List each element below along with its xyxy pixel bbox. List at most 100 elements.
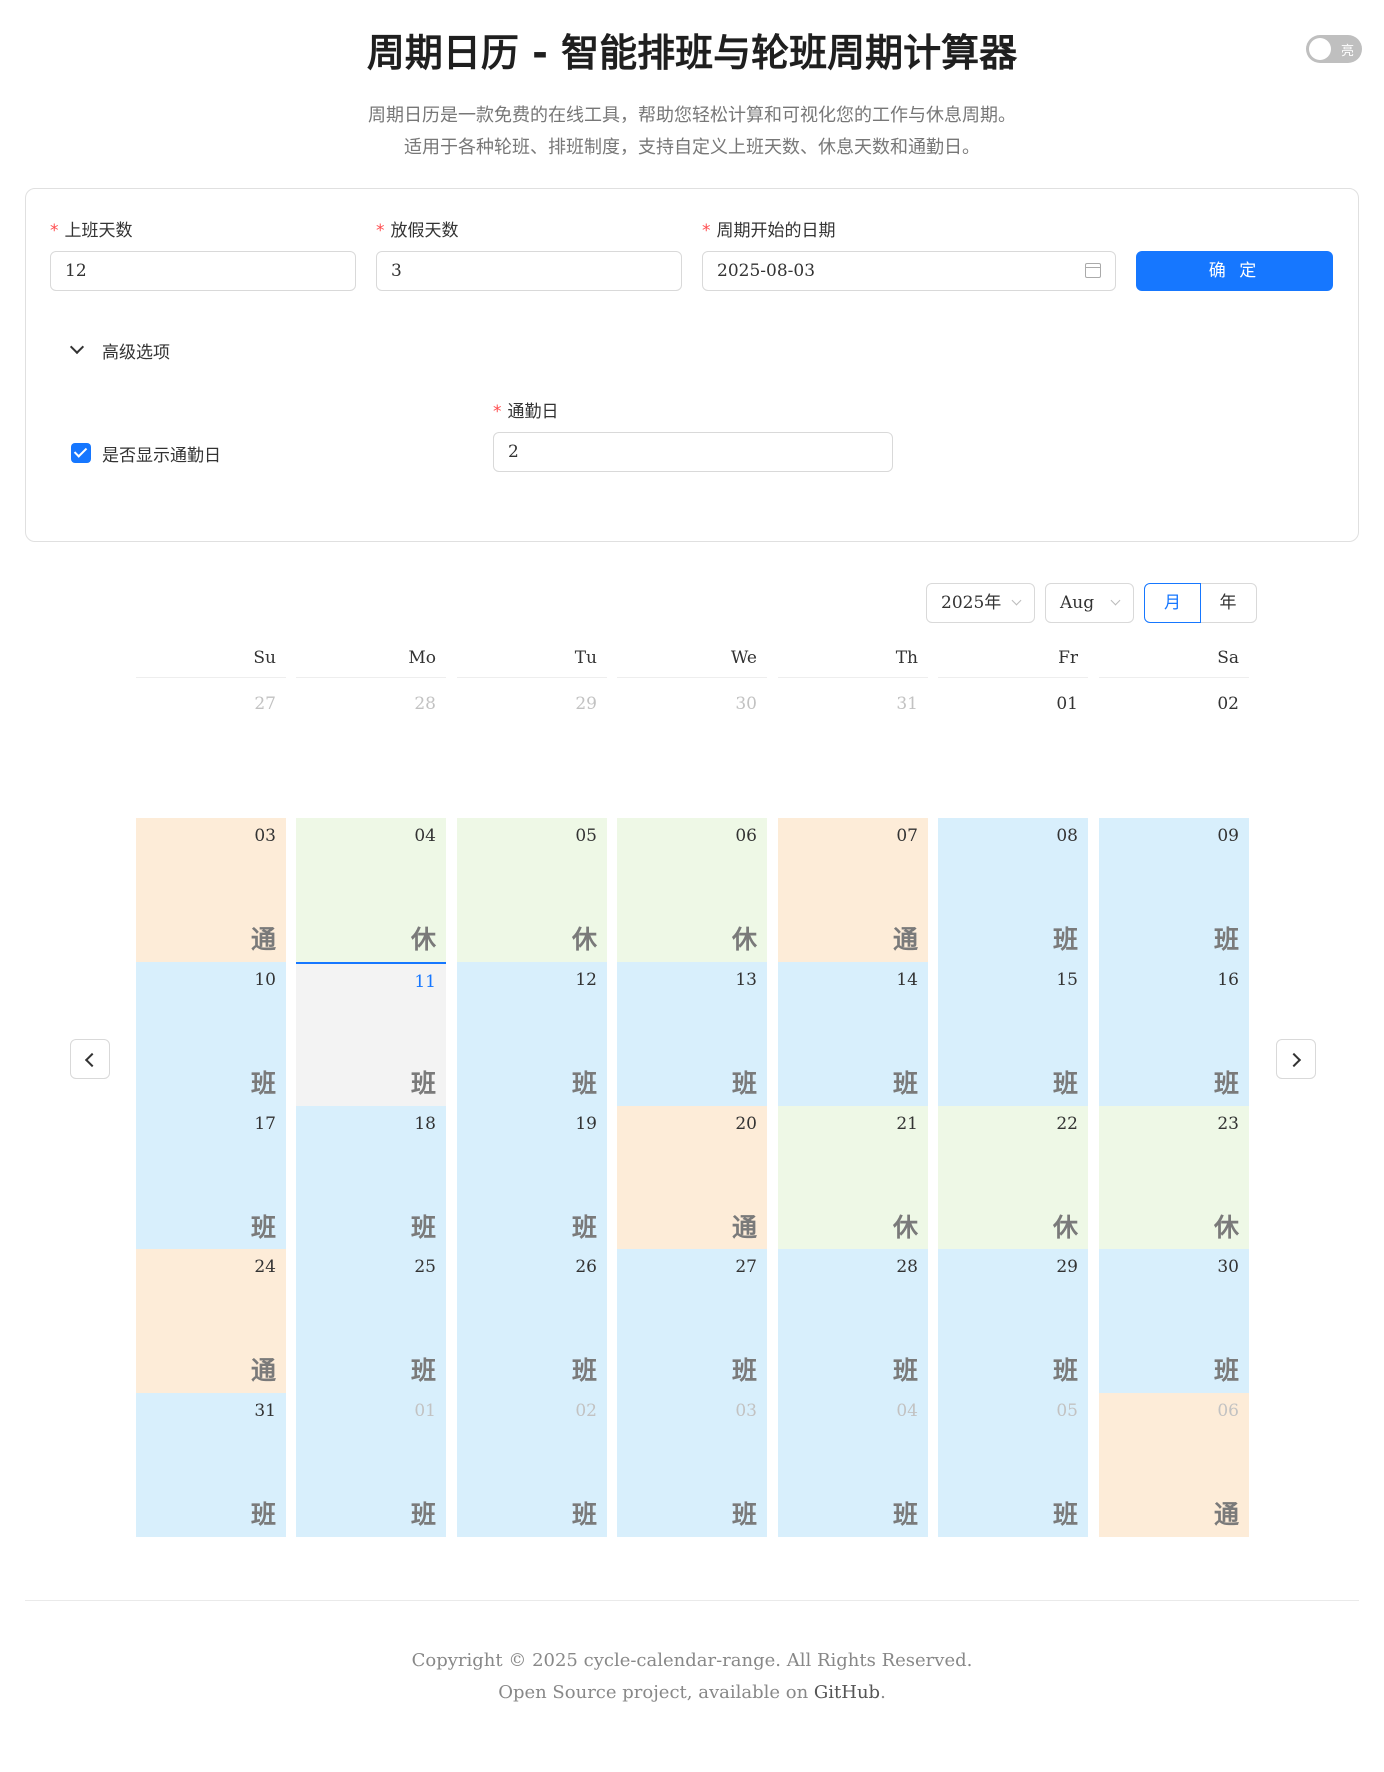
- start-date-label-text: 周期开始的日期: [716, 221, 836, 241]
- rest-days-label: * 放假天数: [376, 216, 459, 241]
- calendar-day-cell[interactable]: 23 休: [1099, 1106, 1249, 1250]
- shift-status-label: 班: [731, 1356, 757, 1385]
- rest-days-input[interactable]: 3: [376, 251, 682, 291]
- day-number: 05: [575, 826, 597, 846]
- calendar-day-cell[interactable]: 25 班: [296, 1249, 446, 1393]
- day-number: 14: [896, 970, 918, 990]
- day-number: 16: [1217, 970, 1239, 990]
- shift-status-label: 班: [1052, 1500, 1078, 1529]
- footer-divider: [25, 1600, 1359, 1601]
- calendar-day-cell[interactable]: 24 通: [136, 1249, 286, 1393]
- calendar-day-cell[interactable]: 06 休: [617, 818, 767, 962]
- calendar-day-cell[interactable]: 22 休: [938, 1106, 1088, 1250]
- calendar-day-cell[interactable]: 29 班: [938, 1249, 1088, 1393]
- shift-status-label: 班: [1213, 925, 1239, 954]
- shift-status-label: 班: [1213, 1069, 1239, 1098]
- calendar-day-cell[interactable]: 02 班: [457, 1393, 607, 1537]
- calendar-day-cell[interactable]: 31 班: [136, 1393, 286, 1537]
- shift-status-label: 班: [892, 1356, 918, 1385]
- description-line-1: 周期日历是一款免费的在线工具，帮助您轻松计算和可视化您的工作与休息周期。: [368, 105, 1016, 126]
- shift-status-label: 班: [571, 1356, 597, 1385]
- calendar-day-cell[interactable]: 31: [778, 686, 928, 776]
- start-date-picker[interactable]: 2025-08-03: [702, 251, 1116, 291]
- calendar-day-cell[interactable]: 01 班: [296, 1393, 446, 1537]
- day-number: 31: [254, 1401, 276, 1421]
- calendar-day-cell[interactable]: 14 班: [778, 962, 928, 1106]
- rest-days-label-text: 放假天数: [390, 221, 459, 241]
- advanced-options-toggle[interactable]: 高级选项: [102, 338, 170, 363]
- work-days-input[interactable]: 12: [50, 251, 356, 291]
- calendar-day-cell[interactable]: 08 班: [938, 818, 1088, 962]
- day-number: 26: [575, 1257, 597, 1277]
- show-commute-label: 是否显示通勤日: [102, 446, 221, 466]
- calendar-day-cell[interactable]: 28: [296, 686, 446, 776]
- calendar-day-cell[interactable]: 15 班: [938, 962, 1088, 1106]
- calendar-day-cell[interactable]: 05 休: [457, 818, 607, 962]
- prev-month-button[interactable]: [70, 1039, 110, 1079]
- calendar-day-cell[interactable]: 11 班: [296, 962, 446, 1106]
- footer: Copyright © 2025 cycle-calendar-range. A…: [0, 1645, 1384, 1709]
- calendar-day-cell[interactable]: 18 班: [296, 1106, 446, 1250]
- calendar-day-cell[interactable]: 12 班: [457, 962, 607, 1106]
- mode-month-button[interactable]: 月: [1144, 583, 1201, 623]
- year-select[interactable]: 2025年: [926, 583, 1035, 623]
- required-mark: *: [50, 221, 59, 241]
- settings-card: [25, 188, 1359, 542]
- day-number: 29: [575, 694, 597, 714]
- calendar-day-cell[interactable]: 16 班: [1099, 962, 1249, 1106]
- calendar-day-cell[interactable]: 05 班: [938, 1393, 1088, 1537]
- day-number: 20: [735, 1114, 757, 1134]
- day-number: 17: [254, 1114, 276, 1134]
- calendar-day-cell[interactable]: 09 班: [1099, 818, 1249, 962]
- calendar-day-cell[interactable]: 29: [457, 686, 607, 776]
- calendar-day-cell[interactable]: 20 通: [617, 1106, 767, 1250]
- opensource-suffix: .: [880, 1682, 886, 1703]
- calendar-day-cell[interactable]: 13 班: [617, 962, 767, 1106]
- calendar-day-cell[interactable]: 27: [136, 686, 286, 776]
- show-commute-checkbox[interactable]: [71, 443, 91, 463]
- confirm-button[interactable]: 确 定: [1136, 251, 1333, 291]
- shift-status-label: 班: [410, 1500, 436, 1529]
- month-select[interactable]: Aug: [1045, 583, 1134, 623]
- day-number: 07: [896, 826, 918, 846]
- day-number: 23: [1217, 1114, 1239, 1134]
- calendar-day-cell[interactable]: 30 班: [1099, 1249, 1249, 1393]
- day-number: 05: [1056, 1401, 1078, 1421]
- calendar-day-cell[interactable]: 04 班: [778, 1393, 928, 1537]
- calendar-day-cell[interactable]: 10 班: [136, 962, 286, 1106]
- weekday-header: Sa: [1099, 648, 1249, 678]
- calendar-day-cell[interactable]: 21 休: [778, 1106, 928, 1250]
- copyright-text: Copyright © 2025 cycle-calendar-range. A…: [411, 1650, 973, 1671]
- calendar-day-cell[interactable]: 02: [1099, 686, 1249, 776]
- day-number: 30: [735, 694, 757, 714]
- shift-status-label: 班: [731, 1069, 757, 1098]
- calendar-day-cell[interactable]: 26 班: [457, 1249, 607, 1393]
- calendar-day-cell[interactable]: 01: [938, 686, 1088, 776]
- commute-days-input[interactable]: 2: [493, 432, 893, 472]
- shift-status-label: 通: [1213, 1500, 1239, 1529]
- calendar-day-cell[interactable]: 03 班: [617, 1393, 767, 1537]
- theme-toggle[interactable]: 亮: [1306, 35, 1362, 63]
- mode-year-button[interactable]: 年: [1199, 583, 1257, 623]
- calendar-day-cell[interactable]: 19 班: [457, 1106, 607, 1250]
- calendar-day-cell[interactable]: 07 通: [778, 818, 928, 962]
- day-number: 24: [254, 1257, 276, 1277]
- calendar-day-cell[interactable]: 04 休: [296, 818, 446, 962]
- calendar-day-cell[interactable]: 03 通: [136, 818, 286, 962]
- calendar-day-cell[interactable]: 30: [617, 686, 767, 776]
- calendar-day-cell[interactable]: 28 班: [778, 1249, 928, 1393]
- day-number: 03: [254, 826, 276, 846]
- work-days-label-text: 上班天数: [64, 221, 133, 241]
- day-number: 09: [1217, 826, 1239, 846]
- chevron-right-icon: [1286, 1052, 1302, 1068]
- day-number: 29: [1056, 1257, 1078, 1277]
- next-month-button[interactable]: [1276, 1039, 1316, 1079]
- github-link[interactable]: GitHub: [814, 1682, 880, 1703]
- calendar-day-cell[interactable]: 06 通: [1099, 1393, 1249, 1537]
- calendar-day-cell[interactable]: 17 班: [136, 1106, 286, 1250]
- shift-status-label: 休: [1213, 1213, 1239, 1242]
- day-number: 31: [896, 694, 918, 714]
- day-number: 15: [1056, 970, 1078, 990]
- day-number: 04: [414, 826, 436, 846]
- calendar-day-cell[interactable]: 27 班: [617, 1249, 767, 1393]
